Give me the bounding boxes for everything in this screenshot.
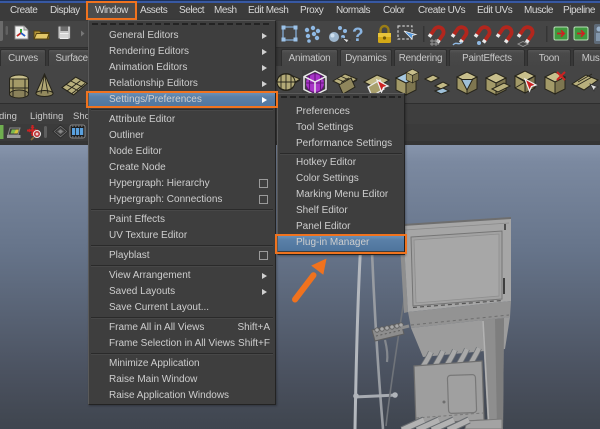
svg-text:?: ?	[352, 25, 364, 46]
